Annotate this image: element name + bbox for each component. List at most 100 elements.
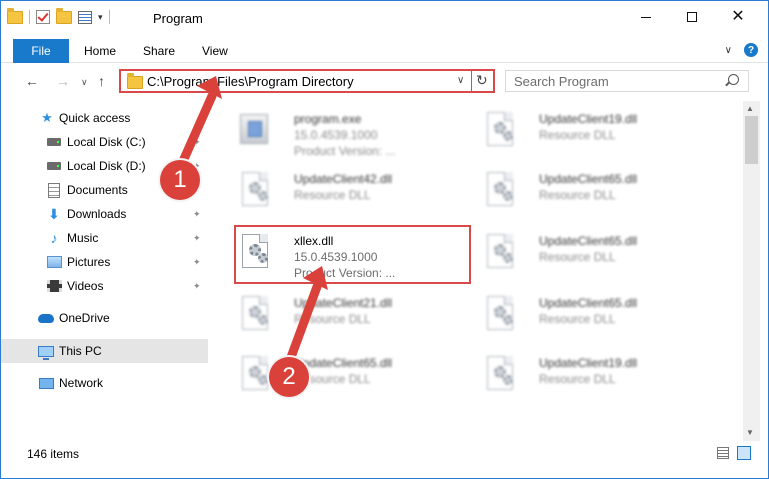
file-tile[interactable]: UpdateClient42.dll Resource DLL xyxy=(224,163,469,219)
file-name: UpdateClient65.dll xyxy=(539,296,638,310)
file-name: UpdateClient65.dll xyxy=(539,172,638,186)
address-folder-icon xyxy=(127,73,143,89)
search-input[interactable] xyxy=(514,74,724,89)
sidebar-item-label: Local Disk (D:) xyxy=(67,159,146,173)
address-bar[interactable]: C:\Program Files\Program Directory ∨ ↻ xyxy=(119,69,495,93)
properties-check-icon[interactable] xyxy=(36,10,50,24)
sidebar-item-downloads[interactable]: ⬇ Downloads ✦ xyxy=(1,202,208,226)
file-tile[interactable]: UpdateClient65.dll Resource DLL xyxy=(469,287,714,343)
tiles-view-icon[interactable] xyxy=(737,446,751,460)
star-icon: ★ xyxy=(41,110,53,125)
sidebar-item-label: Local Disk (C:) xyxy=(67,135,146,149)
search-box[interactable] xyxy=(505,70,749,92)
sidebar-item-pictures[interactable]: Pictures ✦ xyxy=(1,250,208,274)
forward-button[interactable]: → xyxy=(56,73,70,89)
dll-file-icon xyxy=(483,296,515,336)
close-button[interactable]: ✕ xyxy=(715,1,761,33)
properties-icon[interactable] xyxy=(78,10,92,24)
sidebar-item-music[interactable]: ♪ Music ✦ xyxy=(1,226,208,250)
dll-file-icon xyxy=(483,234,515,274)
dll-file-icon xyxy=(238,356,270,396)
sidebar-item-label: Quick access xyxy=(59,111,131,125)
sidebar-item-label: OneDrive xyxy=(59,311,110,325)
sidebar-item-onedrive[interactable]: OneDrive xyxy=(1,306,208,330)
navigation-pane: ★ Quick access Local Disk (C:) ✦ Local D… xyxy=(1,101,208,441)
documents-icon xyxy=(48,182,60,198)
file-description: Resource DLL xyxy=(539,188,616,202)
help-icon[interactable]: ? xyxy=(744,43,758,57)
tab-share[interactable]: Share xyxy=(143,44,175,58)
file-name: UpdateClient21.dll xyxy=(294,296,393,310)
file-name: UpdateClient19.dll xyxy=(539,112,638,126)
ribbon-controls: ∨ ? xyxy=(725,43,758,57)
pin-icon[interactable]: ✦ xyxy=(193,137,201,148)
file-tile[interactable]: UpdateClient65.dll Resource DLL xyxy=(469,225,714,281)
sidebar-item-local-disk-c[interactable]: Local Disk (C:) ✦ xyxy=(1,130,208,154)
this-pc-icon xyxy=(38,345,54,360)
tab-view[interactable]: View xyxy=(202,44,228,58)
file-tile[interactable]: UpdateClient19.dll Resource DLL xyxy=(469,103,714,159)
file-tile[interactable]: UpdateClient19.dll Resource DLL xyxy=(469,347,714,403)
refresh-button[interactable]: ↻ xyxy=(476,72,488,89)
search-icon[interactable] xyxy=(728,74,739,85)
up-button[interactable]: ↑ xyxy=(98,73,105,89)
navigation-bar: ← → ∨ ↑ C:\Program Files\Program Directo… xyxy=(1,63,768,101)
maximize-button[interactable] xyxy=(669,1,715,33)
close-icon: ✕ xyxy=(731,8,745,25)
tab-file[interactable]: File xyxy=(13,39,69,63)
pin-icon[interactable]: ✦ xyxy=(193,209,201,220)
sidebar-item-quick-access[interactable]: ★ Quick access xyxy=(1,106,208,130)
file-name: UpdateClient65.dll xyxy=(539,234,638,248)
tab-home[interactable]: Home xyxy=(84,44,116,58)
title-bar: ▾ Program ✕ xyxy=(1,1,768,37)
dll-file-icon xyxy=(483,356,515,396)
file-name: UpdateClient19.dll xyxy=(539,356,638,370)
file-description: Resource DLL xyxy=(294,188,371,202)
file-name: UpdateClient65.dll xyxy=(294,356,393,370)
file-tile[interactable]: UpdateClient65.dll Resource DLL xyxy=(469,163,714,219)
sidebar-item-network[interactable]: Network xyxy=(1,371,208,395)
sidebar-item-label: Pictures xyxy=(67,255,111,269)
recent-locations-button[interactable]: ∨ xyxy=(81,77,88,88)
file-tile[interactable]: UpdateClient21.dll Resource DLL xyxy=(224,287,469,343)
file-description: Resource DLL xyxy=(539,372,616,386)
downloads-icon: ⬇ xyxy=(48,205,60,222)
file-description: Resource DLL xyxy=(539,312,616,326)
pin-icon[interactable]: ✦ xyxy=(193,281,201,292)
file-tile[interactable]: UpdateClient65.dll Resource DLL xyxy=(224,347,469,403)
file-name: UpdateClient42.dll xyxy=(294,172,393,186)
status-bar: 146 items xyxy=(1,441,768,478)
sidebar-item-label: This PC xyxy=(59,344,102,358)
sidebar-item-label: Downloads xyxy=(67,207,127,221)
toolbar-separator xyxy=(108,10,110,24)
scroll-up-icon[interactable]: ▲ xyxy=(746,104,754,113)
pin-icon[interactable]: ✦ xyxy=(193,257,201,268)
sidebar-item-videos[interactable]: Videos ✦ xyxy=(1,274,208,298)
address-divider xyxy=(471,71,472,91)
vertical-scrollbar[interactable]: ▲ ▼ xyxy=(743,101,760,441)
scroll-down-icon[interactable]: ▼ xyxy=(746,428,754,437)
address-path[interactable]: C:\Program Files\Program Directory xyxy=(147,74,354,89)
network-icon xyxy=(38,377,54,389)
sidebar-item-this-pc[interactable]: This PC xyxy=(1,339,208,363)
file-description: Resource DLL xyxy=(539,250,616,264)
step-2-badge: 2 xyxy=(269,357,309,397)
folder-icon[interactable] xyxy=(7,7,23,24)
details-view-icon[interactable] xyxy=(717,447,729,459)
pictures-icon xyxy=(46,256,62,268)
sidebar-item-label: Network xyxy=(59,376,104,390)
pin-icon[interactable]: ✦ xyxy=(193,233,201,244)
toolbar-separator xyxy=(29,10,30,24)
address-dropdown-icon[interactable]: ∨ xyxy=(457,75,464,86)
customize-toolbar-dropdown-icon[interactable]: ▾ xyxy=(98,12,103,23)
back-button[interactable]: ← xyxy=(25,73,39,89)
dll-file-icon xyxy=(483,112,515,152)
file-tile[interactable]: program.exe 15.0.4539.1000 Product Versi… xyxy=(224,103,469,159)
scroll-thumb[interactable] xyxy=(745,116,758,164)
new-folder-icon[interactable] xyxy=(56,7,72,24)
disk-icon xyxy=(47,138,61,146)
minimize-button[interactable] xyxy=(623,1,669,33)
item-count: 146 items xyxy=(27,447,80,461)
music-icon: ♪ xyxy=(50,230,58,246)
expand-ribbon-icon[interactable]: ∨ xyxy=(725,45,732,56)
